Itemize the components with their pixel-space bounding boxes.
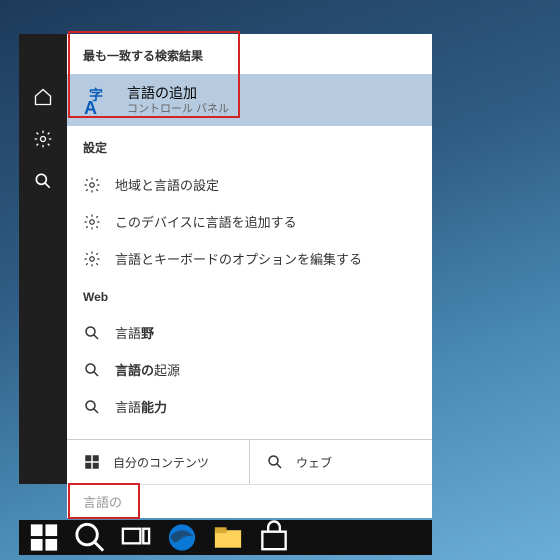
section-title-settings: 設定 <box>67 126 432 166</box>
best-match-subtitle: コントロール パネル <box>127 102 229 116</box>
windows-icon <box>83 453 101 471</box>
home-icon[interactable] <box>33 87 53 107</box>
taskbar <box>19 520 432 555</box>
section-title-best-match: 最も一致する検索結果 <box>67 34 432 74</box>
gear-icon <box>83 213 101 231</box>
result-label: 言語の起源 <box>115 360 180 379</box>
file-explorer-icon[interactable] <box>205 520 251 555</box>
search-bottom-tabs: 自分のコンテンツ ウェブ <box>67 439 432 484</box>
search-icon <box>83 324 101 342</box>
search-icon[interactable] <box>33 171 53 191</box>
search-icon <box>83 361 101 379</box>
best-match-title: 言語の追加 <box>127 84 229 102</box>
settings-result-item[interactable]: 言語とキーボードのオプションを編集する <box>67 240 432 277</box>
settings-result-item[interactable]: 地域と言語の設定 <box>67 166 432 203</box>
search-input[interactable] <box>83 494 416 509</box>
tab-web[interactable]: ウェブ <box>250 440 432 484</box>
web-result-item[interactable]: 言語能力 <box>67 388 432 425</box>
result-label: 言語野 <box>115 323 154 342</box>
tab-label: 自分のコンテンツ <box>113 454 209 471</box>
web-result-item[interactable]: 言語野 <box>67 314 432 351</box>
search-icon <box>83 398 101 416</box>
section-title-web: Web <box>67 277 432 314</box>
start-button[interactable] <box>21 520 67 555</box>
search-icon <box>266 453 284 471</box>
task-view-icon[interactable] <box>113 520 159 555</box>
search-results-panel: 最も一致する検索結果 字A 言語の追加 コントロール パネル 設定 地域と言語の… <box>67 34 432 484</box>
results-area: 最も一致する検索結果 字A 言語の追加 コントロール パネル 設定 地域と言語の… <box>67 34 432 439</box>
gear-icon[interactable] <box>33 129 53 149</box>
svg-text:A: A <box>84 98 97 116</box>
gear-icon <box>83 250 101 268</box>
web-result-item[interactable]: 言語の起源 <box>67 351 432 388</box>
best-match-item[interactable]: 字A 言語の追加 コントロール パネル <box>67 74 432 126</box>
store-icon[interactable] <box>251 520 297 555</box>
start-menu-left-rail <box>19 34 67 484</box>
result-label: 言語能力 <box>115 397 167 416</box>
result-label: このデバイスに言語を追加する <box>115 212 297 231</box>
gear-icon <box>83 176 101 194</box>
language-icon: 字A <box>83 84 115 116</box>
result-label: 地域と言語の設定 <box>115 175 219 194</box>
search-taskbar-icon[interactable] <box>67 520 113 555</box>
search-input-row <box>67 484 432 518</box>
tab-my-stuff[interactable]: 自分のコンテンツ <box>67 440 250 484</box>
settings-result-item[interactable]: このデバイスに言語を追加する <box>67 203 432 240</box>
result-label: 言語とキーボードのオプションを編集する <box>115 249 362 268</box>
edge-browser-icon[interactable] <box>159 520 205 555</box>
tab-label: ウェブ <box>296 454 332 471</box>
